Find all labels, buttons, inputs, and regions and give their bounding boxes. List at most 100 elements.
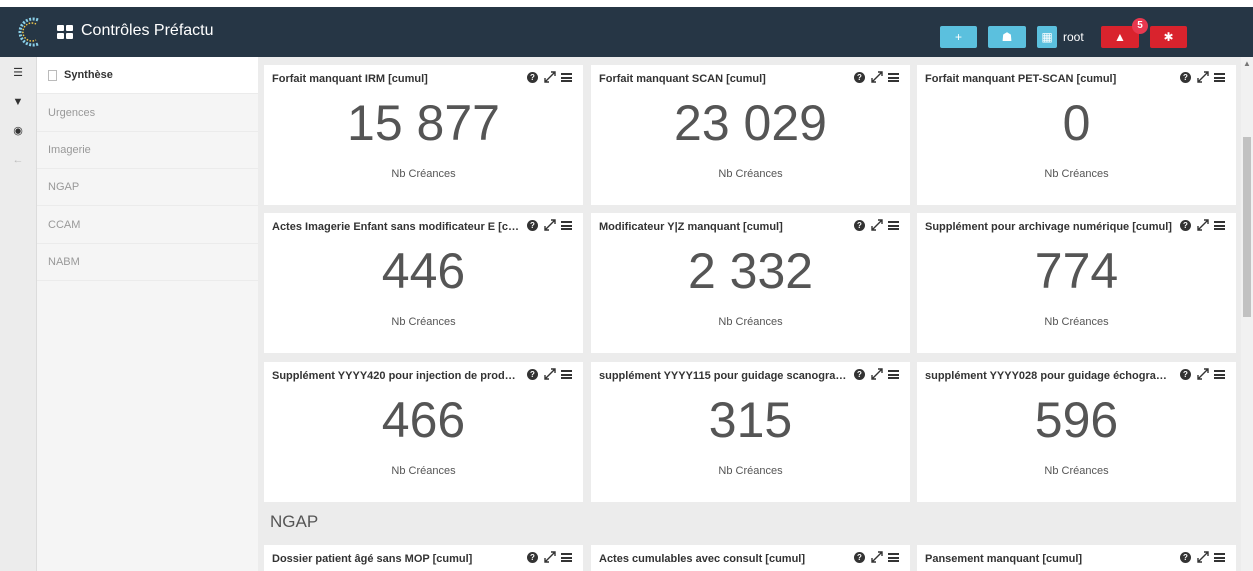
sidebar-item-synthese[interactable]: Synthèse	[37, 57, 258, 94]
widget-unit-label: Nb Créances	[391, 465, 456, 477]
sidebar-item-ngap[interactable]: NGAP	[37, 169, 258, 206]
expand-icon[interactable]	[871, 551, 883, 563]
menu-icon[interactable]	[888, 553, 899, 562]
widget-unit-label: Nb Créances	[391, 316, 456, 328]
widget-title: Supplément pour archivage numérique [cum…	[925, 221, 1172, 233]
sidebar-item-nabm[interactable]: NABM	[37, 244, 258, 281]
widget-tools: ?	[527, 368, 573, 382]
widget-title: Dossier patient âgé sans MOP [cumul]	[272, 553, 473, 565]
expand-icon[interactable]	[1197, 219, 1209, 231]
widgets-area: NGAP Forfait manquant IRM [cumul]? 15 877…	[258, 57, 1241, 571]
menu-icon[interactable]	[888, 370, 899, 379]
kpi-widget: Forfait manquant PET-SCAN [cumul]? 0 Nb Cr…	[917, 65, 1236, 205]
users-button[interactable]: ☗	[988, 26, 1026, 48]
help-icon[interactable]: ?	[1180, 369, 1191, 380]
list-icon[interactable]: ☰	[11, 66, 25, 80]
sidebar-item-label: CCAM	[48, 219, 81, 231]
help-icon[interactable]: ?	[527, 220, 538, 231]
menu-icon[interactable]	[1214, 221, 1225, 230]
kpi-widget: Forfait manquant SCAN [cumul]? 23 029 Nb C…	[591, 65, 910, 205]
sidebar-item-label: Imagerie	[48, 144, 91, 156]
gear-icon: ✱	[1163, 30, 1174, 44]
app-title: Contrôles Préfactu	[81, 22, 214, 39]
vertical-scrollbar[interactable]: ▲	[1241, 57, 1253, 571]
menu-icon[interactable]	[1214, 553, 1225, 562]
widget-title: supplément YYYY028 pour guidage échograp…	[925, 370, 1173, 382]
sidebar-item-ccam[interactable]: CCAM	[37, 207, 258, 244]
menu-icon[interactable]	[561, 221, 572, 230]
kpi-widget: Pansement manquant [cumul]?	[917, 545, 1236, 571]
expand-icon[interactable]	[544, 219, 556, 231]
kpi-widget: supplément YYYY115 pour guidage scanogra…	[591, 362, 910, 502]
help-icon[interactable]: ?	[854, 220, 865, 231]
grid-icon: ▦	[1041, 30, 1053, 44]
widget-unit-label: Nb Créances	[1044, 465, 1109, 477]
widget-tools: ?	[527, 219, 573, 233]
widget-unit-label: Nb Créances	[718, 168, 783, 180]
document-icon	[48, 70, 57, 81]
help-icon[interactable]: ?	[1180, 220, 1191, 231]
widget-title: supplément YYYY115 pour guidage scanogra…	[599, 370, 847, 382]
scroll-up-arrow-icon[interactable]: ▲	[1243, 59, 1251, 68]
settings-button[interactable]: ✱	[1150, 26, 1187, 48]
expand-icon[interactable]	[871, 219, 883, 231]
notification-count-badge: 5	[1132, 18, 1148, 34]
users-icon: ☗	[1001, 30, 1013, 44]
apps-grid-button[interactable]: ▦	[1037, 26, 1057, 48]
add-button[interactable]: +	[940, 26, 977, 48]
menu-icon[interactable]	[1214, 370, 1225, 379]
kpi-widget: Actes cumulables avec consult [cumul]?	[591, 545, 910, 571]
expand-icon[interactable]	[544, 368, 556, 380]
widget-title: Actes cumulables avec consult [cumul]	[599, 553, 806, 565]
user-name[interactable]: root	[1063, 30, 1084, 44]
target-icon[interactable]: ◉	[11, 124, 25, 138]
menu-icon[interactable]	[888, 221, 899, 230]
help-icon[interactable]: ?	[527, 72, 538, 83]
sidebar-item-imagerie[interactable]: Imagerie	[37, 132, 258, 169]
menu-icon[interactable]	[1214, 73, 1225, 82]
scrollbar-thumb[interactable]	[1243, 137, 1251, 317]
expand-icon[interactable]	[544, 551, 556, 563]
widget-value: 0	[1062, 95, 1091, 151]
widget-tools: ?	[1180, 368, 1226, 382]
expand-icon[interactable]	[871, 368, 883, 380]
help-icon[interactable]: ?	[854, 552, 865, 563]
menu-icon[interactable]	[561, 73, 572, 82]
section-title-ngap: NGAP	[270, 512, 319, 531]
sidebar-item-label: Synthèse	[64, 69, 113, 81]
sidebar-item-urgences[interactable]: Urgences	[37, 95, 258, 132]
help-icon[interactable]: ?	[527, 552, 538, 563]
help-icon[interactable]: ?	[854, 369, 865, 380]
help-icon[interactable]: ?	[1180, 72, 1191, 83]
menu-icon[interactable]	[561, 553, 572, 562]
expand-icon[interactable]	[871, 71, 883, 83]
widget-value: 23 029	[674, 95, 827, 151]
kpi-widget: Actes Imagerie Enfant sans modificateur …	[264, 213, 583, 353]
expand-icon[interactable]	[1197, 551, 1209, 563]
expand-icon[interactable]	[1197, 71, 1209, 83]
sidebar-menu: Synthèse Urgences Imagerie NGAP CCAM NAB…	[37, 57, 258, 571]
kpi-widget: supplément YYYY028 pour guidage échograp…	[917, 362, 1236, 502]
kpi-widget: Modificateur Y|Z manquant [cumul]? 2 332 N…	[591, 213, 910, 353]
top-bar: Contrôles Préfactu + ☗ ▦ root ▲ 5 ✱	[0, 7, 1253, 57]
expand-icon[interactable]	[1197, 368, 1209, 380]
help-icon[interactable]: ?	[527, 369, 538, 380]
bell-icon: ▲	[1114, 30, 1126, 44]
kpi-widget: Dossier patient âgé sans MOP [cumul]?	[264, 545, 583, 571]
help-icon[interactable]: ?	[854, 72, 865, 83]
widget-value: 2 332	[687, 243, 814, 299]
plus-icon: +	[954, 30, 962, 44]
expand-icon[interactable]	[544, 71, 556, 83]
help-icon[interactable]: ?	[1180, 552, 1191, 563]
sidebar-item-label: NGAP	[48, 181, 80, 193]
widget-title: Actes Imagerie Enfant sans modificateur …	[272, 221, 520, 233]
app-logo[interactable]	[14, 15, 46, 49]
filter-icon[interactable]: ▼	[11, 95, 25, 109]
menu-icon[interactable]	[561, 370, 572, 379]
menu-icon[interactable]	[888, 73, 899, 82]
back-arrow-icon[interactable]: ←	[11, 153, 25, 167]
icon-rail: ☰ ▼ ◉ ←	[0, 57, 37, 571]
widget-value: 315	[708, 392, 793, 448]
widget-unit-label: Nb Créances	[718, 465, 783, 477]
widget-tools: ?	[527, 71, 573, 85]
